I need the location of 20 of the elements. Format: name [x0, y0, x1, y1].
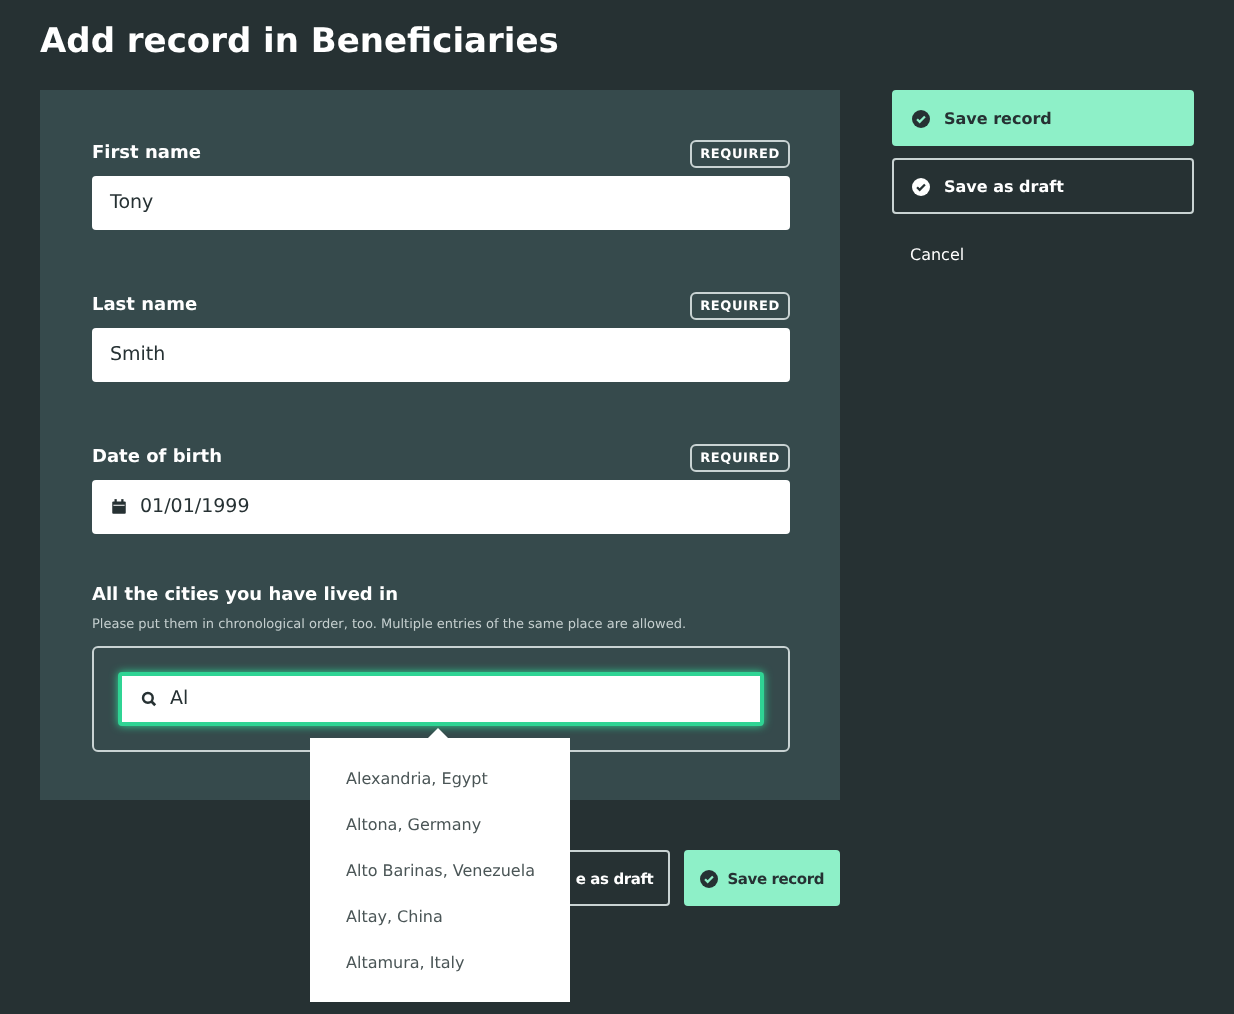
suggestion-item[interactable]: Altona, Germany: [346, 802, 570, 848]
search-icon: [140, 690, 158, 708]
field-label: All the cities you have lived in: [92, 586, 398, 606]
calendar-icon: [110, 498, 128, 516]
field-label: Date of birth: [92, 448, 222, 468]
check-icon: [912, 109, 930, 127]
date-field[interactable]: 01/01/1999: [92, 480, 790, 534]
field-label: Last name: [92, 296, 198, 316]
draft-button[interactable]: Save as draft: [892, 158, 1194, 214]
page-title: Add record in Beneficiaries: [40, 20, 561, 66]
text-field[interactable]: Tony: [92, 176, 790, 230]
suggestion-item[interactable]: Altamura, Italy: [346, 940, 570, 986]
text-field[interactable]: Smith: [92, 328, 790, 382]
search-field[interactable]: Al: [118, 672, 764, 726]
save-button[interactable]: Save record: [892, 90, 1194, 146]
check-icon: [912, 177, 930, 195]
check-icon: [699, 869, 718, 887]
cancel-link[interactable]: Cancel: [892, 226, 1194, 282]
suggestion-item[interactable]: Alexandria, Egypt: [346, 756, 570, 802]
field-label: First name: [92, 144, 201, 164]
